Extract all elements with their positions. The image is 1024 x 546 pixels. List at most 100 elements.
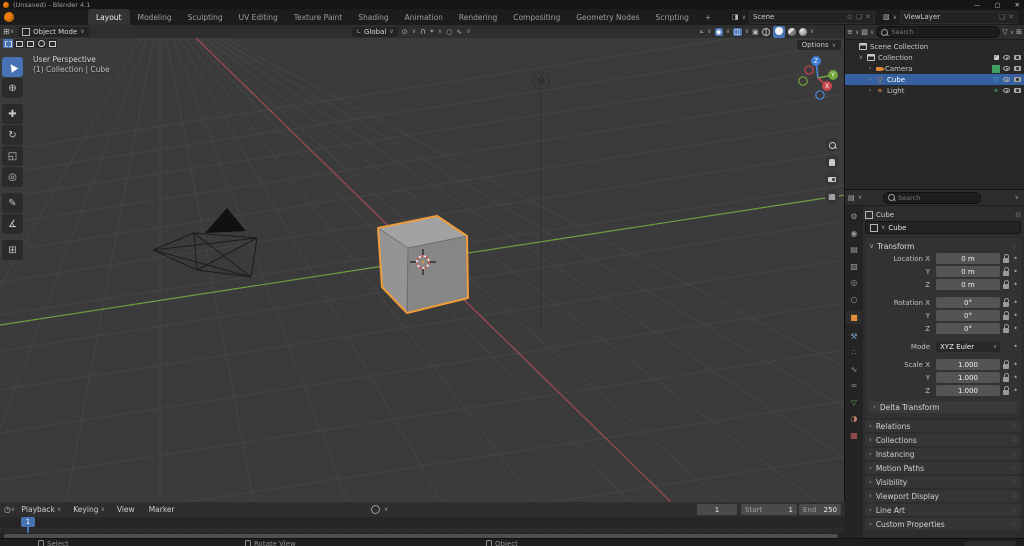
expand-arrow[interactable]: › bbox=[867, 65, 873, 72]
pin-icon[interactable]: ⊙ bbox=[847, 13, 853, 21]
animate-dot-icon[interactable]: • bbox=[1012, 386, 1019, 395]
outliner-row[interactable]: Scene Collection bbox=[845, 41, 1024, 52]
value-field[interactable]: 1.000∨ bbox=[936, 372, 1000, 383]
properties-search[interactable] bbox=[883, 191, 982, 204]
extend-select-button[interactable] bbox=[25, 39, 35, 48]
auto-keyframe-button[interactable] bbox=[371, 505, 380, 514]
workspace-tab[interactable]: + bbox=[697, 9, 719, 25]
lock-icon[interactable] bbox=[1003, 373, 1009, 382]
properties-tab[interactable]: ○ bbox=[846, 293, 862, 306]
scene-icon[interactable]: ◨ bbox=[732, 13, 739, 21]
properties-tab[interactable]: ⚒ bbox=[846, 330, 862, 343]
show-gizmos-icon[interactable]: ⟀ bbox=[700, 27, 704, 36]
collection-checkbox[interactable] bbox=[994, 54, 999, 60]
expand-arrow[interactable]: › bbox=[867, 87, 873, 94]
playhead[interactable]: 1 bbox=[21, 517, 35, 527]
animate-dot-icon[interactable]: • bbox=[1012, 298, 1019, 307]
expand-arrow[interactable]: › bbox=[867, 76, 873, 83]
snap-target-icon[interactable]: ⌖ bbox=[430, 27, 434, 36]
new-scene-icon[interactable]: ❏ bbox=[856, 13, 862, 21]
properties-tab[interactable]: ▽ bbox=[846, 396, 862, 409]
lock-icon[interactable] bbox=[1003, 324, 1009, 333]
outliner-search-input[interactable] bbox=[891, 28, 996, 36]
new-collection-icon[interactable]: ⊞ bbox=[1016, 28, 1022, 36]
object-name-field[interactable]: ∨ Cube bbox=[865, 221, 1021, 234]
collapsed-panel[interactable]: › Viewport Display ∷ bbox=[865, 490, 1021, 502]
zoom-viewport-button[interactable] bbox=[825, 138, 839, 152]
workspace-tab[interactable]: Rendering bbox=[451, 9, 505, 25]
transform-panel-header[interactable]: ∨ Transform ∷ bbox=[867, 240, 1019, 252]
timeline-menu-item[interactable]: Keying ∨ bbox=[67, 505, 111, 514]
workspace-tab[interactable]: Shading bbox=[350, 9, 396, 25]
hide-viewport-icon[interactable] bbox=[1003, 55, 1010, 60]
timeline-editor-icon[interactable]: ◷ bbox=[4, 505, 11, 514]
outliner-row[interactable]: › Light bbox=[845, 85, 1024, 96]
collapsed-panel[interactable]: › Motion Paths ∷ bbox=[865, 462, 1021, 474]
frame-start-field[interactable]: Start 1 bbox=[741, 504, 797, 515]
properties-tab[interactable]: ■ bbox=[846, 311, 862, 324]
hide-viewport-icon[interactable] bbox=[1003, 88, 1010, 93]
shading-material-icon[interactable] bbox=[787, 27, 796, 36]
orientation-dropdown[interactable]: ∟ Global ∨ bbox=[352, 26, 398, 37]
show-overlays-icon[interactable]: ◉ bbox=[714, 27, 723, 36]
lock-icon[interactable] bbox=[1003, 311, 1009, 320]
value-field[interactable]: 0°∨ bbox=[936, 323, 1000, 334]
delta-transform-panel[interactable]: › Delta Transform bbox=[869, 401, 1017, 413]
disable-render-icon[interactable] bbox=[1014, 66, 1021, 71]
hide-viewport-icon[interactable] bbox=[1003, 66, 1010, 71]
lock-icon[interactable] bbox=[1003, 360, 1009, 369]
timeline-menu-item[interactable]: Playback ∨ bbox=[15, 505, 67, 514]
workspace-tab[interactable]: Sculpting bbox=[180, 9, 231, 25]
scene-selector[interactable]: Scene ⊙ ❏ ✕ bbox=[748, 10, 875, 24]
collapsed-panel[interactable]: › Custom Properties ∷ bbox=[865, 518, 1021, 530]
value-field[interactable]: 0 m∨ bbox=[936, 266, 1000, 277]
tool-button[interactable]: ◎ bbox=[2, 167, 23, 187]
outliner-row[interactable]: ∨ Collection bbox=[845, 52, 1024, 63]
value-field[interactable]: 0°∨ bbox=[936, 310, 1000, 321]
tool-button[interactable]: ↻ bbox=[2, 125, 23, 145]
animate-dot-icon[interactable]: • bbox=[1012, 324, 1019, 333]
value-field[interactable]: 0 m∨ bbox=[936, 253, 1000, 264]
animate-dot-icon[interactable]: • bbox=[1012, 311, 1019, 320]
frame-end-field[interactable]: End 250 bbox=[799, 504, 841, 515]
tool-button[interactable]: ⊕ bbox=[2, 78, 23, 98]
value-field[interactable]: 1.000∨ bbox=[936, 359, 1000, 370]
pin-id-icon[interactable]: ⊙ bbox=[1015, 211, 1021, 219]
disable-render-icon[interactable] bbox=[1014, 77, 1021, 82]
maximize-button[interactable]: ▢ bbox=[994, 1, 1000, 9]
falloff-icon[interactable]: ∿ bbox=[456, 28, 462, 36]
workspace-tab[interactable]: Compositing bbox=[505, 9, 568, 25]
new-viewlayer-icon[interactable]: ❏ bbox=[999, 13, 1005, 21]
viewlayer-selector[interactable]: ViewLayer ❏ ✕ bbox=[900, 10, 1018, 24]
animate-dot-icon[interactable]: • bbox=[1012, 280, 1019, 289]
perspective-toggle-button[interactable]: ▦ bbox=[825, 189, 839, 203]
box-select-button[interactable] bbox=[14, 39, 24, 48]
filter-funnel-icon[interactable]: ▽ bbox=[1002, 28, 1007, 36]
editor-type-icon[interactable]: ⊞ bbox=[3, 27, 10, 36]
collapsed-panel[interactable]: › Relations ∷ bbox=[865, 420, 1021, 432]
lasso-select-button[interactable] bbox=[47, 39, 57, 48]
properties-tab[interactable]: ◑ bbox=[846, 412, 862, 425]
workspace-tab[interactable]: Modeling bbox=[130, 9, 180, 25]
value-field[interactable]: XYZ Euler ∨ bbox=[936, 341, 1000, 352]
outliner-row[interactable]: › Cube bbox=[845, 74, 1024, 85]
properties-tab[interactable]: ▤ bbox=[846, 243, 862, 256]
lock-icon[interactable] bbox=[1003, 267, 1009, 276]
disable-render-icon[interactable] bbox=[1014, 55, 1021, 60]
properties-search-input[interactable] bbox=[898, 193, 977, 202]
xray-icon[interactable]: ▣ bbox=[752, 28, 759, 36]
tweak-select-button[interactable] bbox=[3, 39, 13, 48]
tool-button[interactable]: ✚ bbox=[2, 104, 23, 124]
animate-dot-icon[interactable]: • bbox=[1012, 267, 1019, 276]
frame-ruler[interactable] bbox=[0, 517, 845, 528]
viewport-3d[interactable]: Z Y X User Perspective (1) Collection | … bbox=[0, 38, 845, 502]
properties-tab[interactable]: ⚙ bbox=[846, 210, 862, 223]
mode-dropdown[interactable]: Object Mode ∨ bbox=[18, 26, 89, 37]
properties-options-icon[interactable]: ∨ bbox=[1015, 194, 1019, 201]
animate-dot-icon[interactable]: • bbox=[1012, 373, 1019, 382]
shading-wireframe-icon[interactable] bbox=[761, 27, 770, 36]
animate-dot-icon[interactable]: • bbox=[1012, 254, 1019, 263]
outliner-row[interactable]: › Camera bbox=[845, 63, 1024, 74]
viewlayer-icon[interactable]: ▧ bbox=[883, 13, 890, 21]
properties-tab[interactable]: ∿ bbox=[846, 363, 862, 376]
